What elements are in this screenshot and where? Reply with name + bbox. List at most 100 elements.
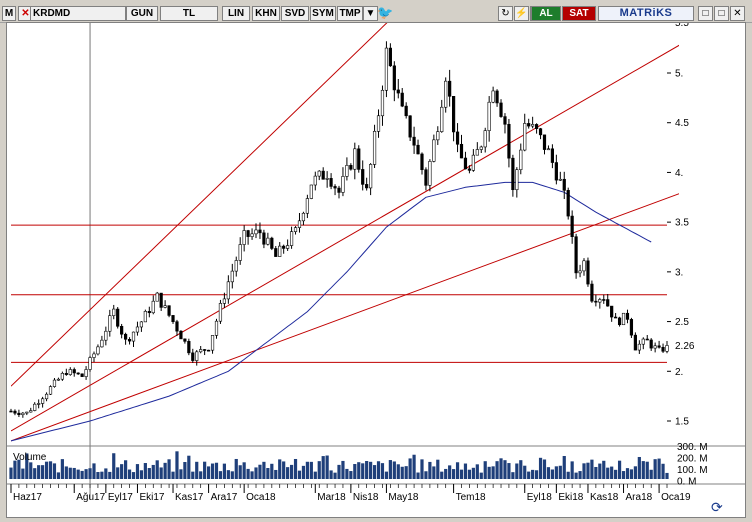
khn-button[interactable]: KHN: [252, 6, 280, 21]
candle: [404, 102, 408, 119]
candle: [602, 294, 606, 304]
volume-bar: [301, 465, 306, 479]
volume-bar: [155, 460, 159, 479]
volume-bar: [309, 461, 313, 479]
candle: [436, 126, 440, 145]
candle: [491, 86, 495, 104]
chart-area[interactable]: 1.5 2. 2.5 3. 3.5 4. 4.5 5. 5.5 2.26 Haz17 Ağu17 Ey…: [6, 18, 746, 518]
price-chart[interactable]: 1.52.2.53.3.54.4.55.5.52.26 Haz17 Ağu17 Ey…: [7, 18, 745, 517]
volume-bar: [234, 458, 238, 479]
restore-window-icon[interactable]: □: [698, 6, 713, 21]
volume-bar: [56, 472, 61, 479]
candle: [9, 408, 13, 413]
candle: [463, 151, 468, 170]
maximize-window-icon[interactable]: □: [714, 6, 729, 21]
dropdown-arrow-icon[interactable]: ▼: [363, 6, 378, 21]
x-tick-label: Eki17: [139, 492, 164, 503]
candle: [653, 342, 657, 353]
volume-bar: [187, 455, 191, 479]
sell-button[interactable]: SAT: [562, 6, 596, 21]
volume-bar: [590, 459, 594, 479]
x-tick-label: May18: [388, 492, 418, 503]
volume-bar: [88, 468, 92, 479]
volume-bar: [333, 472, 337, 479]
trend-lines: [11, 23, 679, 442]
candle: [550, 144, 554, 169]
volume-bar: [629, 469, 634, 479]
volume-bar: [108, 471, 112, 479]
candle: [440, 99, 444, 133]
volume-bar: [531, 469, 535, 479]
volume-bar: [558, 465, 562, 479]
candle: [262, 229, 266, 249]
volume-bar: [617, 460, 622, 479]
volume-bar: [349, 471, 353, 479]
twitter-icon[interactable]: 🐦: [377, 6, 393, 21]
tmp-button[interactable]: TMP: [337, 6, 363, 21]
x-tick-label: Eyl18: [527, 492, 552, 503]
candle: [210, 335, 215, 354]
volume-bar: [250, 471, 254, 479]
volume-bar: [143, 463, 147, 479]
x-tick-label: Tem18: [456, 492, 486, 503]
volume-bar: [459, 469, 464, 479]
volume-tick-label: 200. M: [677, 454, 708, 465]
candle: [127, 337, 132, 345]
candle: [412, 126, 416, 154]
candle: [250, 228, 254, 240]
volume-bar: [606, 467, 610, 479]
x-tick-label: Kas17: [175, 492, 204, 503]
candle: [531, 116, 535, 129]
candle: [60, 371, 64, 381]
candle: [523, 113, 527, 152]
candle: [96, 344, 100, 356]
m-menu-button[interactable]: M: [2, 6, 16, 21]
period-button[interactable]: GUN: [126, 6, 158, 21]
candle: [641, 337, 645, 350]
candle: [286, 239, 290, 251]
candle: [392, 61, 396, 102]
currency-button[interactable]: TL: [160, 6, 218, 21]
volume-bar: [440, 471, 444, 479]
x-tick-label: Ağu17: [76, 492, 105, 503]
volume-bar: [48, 461, 53, 479]
candle: [76, 372, 80, 375]
candle: [637, 340, 641, 354]
candle: [317, 170, 321, 181]
candle: [590, 280, 594, 303]
candle: [455, 123, 460, 153]
candle: [147, 306, 151, 318]
symbol-input[interactable]: KRDMD: [30, 6, 126, 21]
candle: [341, 167, 345, 197]
volume-bar: [455, 462, 460, 479]
scroll-nav-icon: ⟳: [711, 499, 723, 515]
volume-bar: [72, 467, 76, 479]
volume-bar: [602, 460, 606, 479]
candle: [649, 338, 653, 351]
volume-bar: [206, 466, 211, 479]
candle: [444, 77, 448, 113]
volume-bar: [80, 470, 84, 479]
sym-button[interactable]: SYM: [310, 6, 336, 21]
candle: [282, 244, 286, 254]
candle: [88, 355, 92, 372]
volume-bar: [254, 467, 258, 479]
volume-tick-label: 300. M: [677, 442, 708, 453]
candle: [151, 295, 155, 315]
volume-bar: [610, 466, 614, 479]
y-tick-label: 3.: [675, 267, 683, 278]
candle: [357, 145, 361, 173]
volume-bar: [159, 467, 163, 479]
scale-lin-button[interactable]: LIN: [222, 6, 250, 21]
y-tick-label: 4.5: [675, 118, 689, 129]
buy-button[interactable]: AL: [531, 6, 561, 21]
volume-bar: [116, 467, 120, 479]
volume-bar: [270, 463, 274, 479]
candle: [274, 246, 278, 257]
volume-bar: [329, 470, 333, 479]
lightning-icon[interactable]: ⚡: [514, 6, 529, 21]
volume-bar: [29, 462, 33, 479]
close-window-icon[interactable]: ✕: [730, 6, 745, 21]
svd-button[interactable]: SVD: [281, 6, 309, 21]
refresh-icon[interactable]: ↻: [498, 6, 513, 21]
